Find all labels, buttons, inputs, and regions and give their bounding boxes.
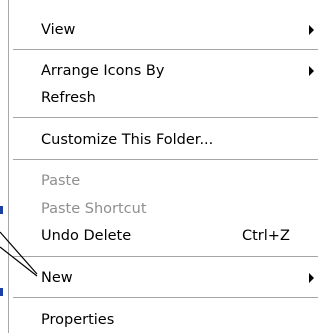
menu-item-new[interactable]: New: [9, 265, 322, 291]
context-menu: View Arrange Icons By Refresh Customize …: [8, 0, 322, 333]
menu-separator: [13, 297, 318, 298]
menu-item-label: Paste: [41, 173, 81, 189]
menu-item-label: New: [41, 270, 73, 286]
menu-item-shortcut: Ctrl+Z: [242, 228, 290, 244]
menu-item-properties[interactable]: Properties: [9, 307, 322, 333]
menu-separator: [13, 159, 318, 160]
menu-item-label: Properties: [41, 312, 115, 328]
menu-item-label: Arrange Icons By: [41, 63, 165, 79]
menu-item-arrange-icons-by[interactable]: Arrange Icons By: [9, 58, 322, 84]
menu-item-paste[interactable]: Paste: [9, 168, 322, 194]
menu-item-undo-delete[interactable]: Undo Delete Ctrl+Z: [9, 223, 322, 249]
menu-separator: [13, 256, 318, 257]
menu-item-label: Customize This Folder...: [41, 132, 214, 148]
desktop-background[interactable]: [0, 0, 8, 333]
menu-item-paste-shortcut[interactable]: Paste Shortcut: [9, 196, 322, 222]
menu-item-view[interactable]: View: [9, 17, 322, 43]
desktop-icon-fragment: [0, 206, 3, 214]
menu-item-label: Undo Delete: [41, 228, 132, 244]
submenu-arrow-icon: [309, 25, 314, 35]
desktop-icon-fragment: [0, 288, 3, 296]
submenu-arrow-icon: [309, 66, 314, 76]
submenu-arrow-icon: [309, 273, 314, 283]
menu-item-customize-this-folder[interactable]: Customize This Folder...: [9, 127, 322, 153]
menu-item-label: Paste Shortcut: [41, 201, 147, 217]
menu-separator: [13, 117, 318, 118]
menu-separator: [13, 49, 318, 50]
menu-item-refresh[interactable]: Refresh: [9, 85, 322, 111]
menu-item-label: Refresh: [41, 90, 96, 106]
menu-item-label: View: [41, 22, 76, 38]
